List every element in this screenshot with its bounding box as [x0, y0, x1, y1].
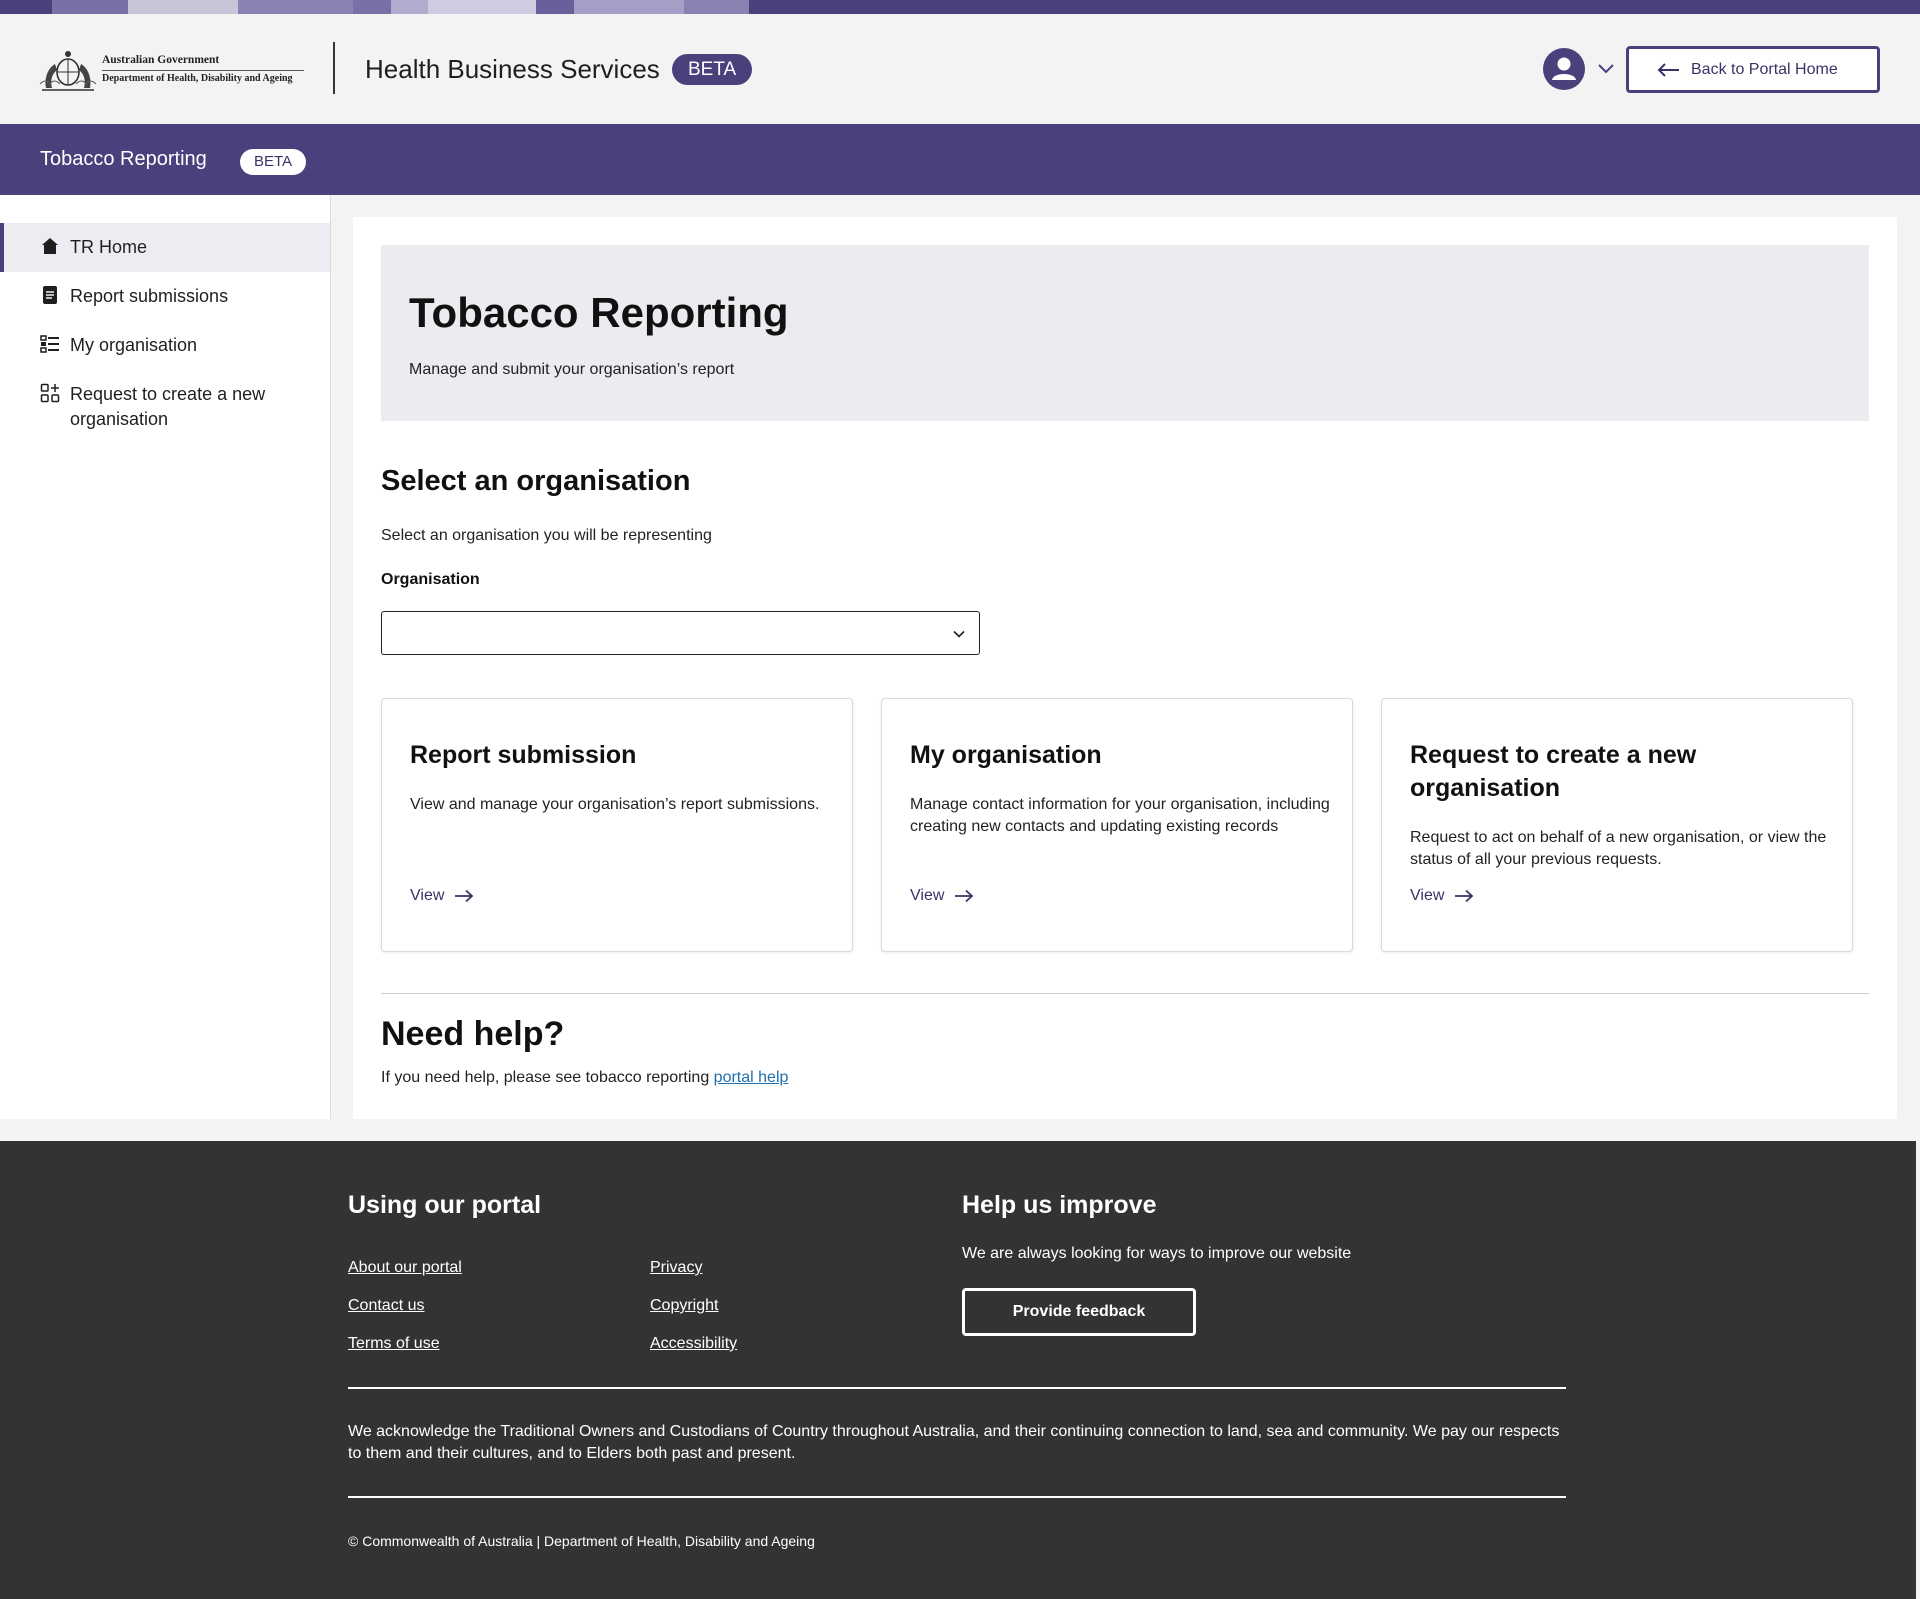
user-avatar-icon[interactable]	[1543, 48, 1585, 90]
sidebar-item-label: My organisation	[70, 335, 198, 355]
select-organisation-heading: Select an organisation	[381, 465, 691, 497]
sidebar-item-label: TR Home	[70, 237, 148, 257]
card-link-label: View	[1410, 887, 1445, 904]
footer-improve-heading: Help us improve	[962, 1191, 1157, 1219]
gov-name-line-1: Australian Government	[102, 54, 220, 66]
site-header: Australian Government Department of Heal…	[0, 14, 1920, 124]
portal-help-link[interactable]: portal help	[714, 1069, 789, 1086]
footer-rule-bottom	[348, 1496, 1566, 1498]
app-title[interactable]: Health Business Services	[365, 54, 660, 85]
header-divider	[333, 42, 335, 94]
arrow-right-icon	[955, 889, 974, 903]
card-title: My organisation	[910, 741, 1102, 769]
card-my-organisation: My organisation Manage contact informati…	[881, 698, 1353, 952]
card-title: Report submission	[410, 741, 637, 769]
person-icon	[1552, 57, 1576, 80]
card-view-link[interactable]: View	[1410, 887, 1474, 905]
gov-name-line-2: Department of Health, Disability and Age…	[102, 73, 293, 84]
card-link-label: View	[910, 887, 945, 904]
gov-logo-rule	[102, 70, 304, 71]
card-request-new-organisation: Request to create a new organisation Req…	[1381, 698, 1853, 952]
chevron-down-icon	[953, 630, 965, 638]
acknowledgement-of-country: We acknowledge the Traditional Owners an…	[348, 1423, 1560, 1462]
footer-link-privacy[interactable]: Privacy	[650, 1259, 702, 1277]
card-description: Request to act on behalf of a new organi…	[1410, 829, 1827, 868]
back-button-label: Back to Portal Home	[1691, 60, 1838, 78]
footer-link-about[interactable]: About our portal	[348, 1259, 462, 1277]
top-decorative-stripe	[0, 0, 1920, 14]
sidebar-item-label: Report submissions	[70, 286, 229, 306]
card-description: Manage contact information for your orga…	[910, 796, 1330, 835]
sidebar-item-report-submissions[interactable]: Report submissions	[0, 272, 330, 321]
card-link-label: View	[410, 887, 445, 904]
arrow-left-icon	[1657, 62, 1679, 77]
grid-icon	[40, 383, 60, 403]
service-beta-badge: BETA	[240, 149, 307, 175]
card-view-link[interactable]: View	[410, 887, 474, 905]
provide-feedback-button[interactable]: Provide feedback	[962, 1288, 1196, 1336]
page-title: Tobacco Reporting	[409, 289, 789, 336]
footer-link-accessibility[interactable]: Accessibility	[650, 1335, 737, 1353]
back-to-portal-button[interactable]: Back to Portal Home	[1626, 46, 1880, 93]
arrow-right-icon	[455, 889, 474, 903]
organisation-select[interactable]	[381, 611, 980, 655]
card-report-submission: Report submission View and manage your o…	[381, 698, 853, 952]
coat-of-arms-icon	[39, 51, 97, 91]
sidebar-item-my-organisation[interactable]: My organisation	[0, 321, 330, 370]
footer-link-copyright[interactable]: Copyright	[650, 1297, 718, 1315]
home-icon	[42, 238, 58, 254]
organisation-field-label: Organisation	[381, 571, 480, 588]
sidebar-item-request-new-organisation[interactable]: Request to create a new organisation	[0, 370, 330, 444]
card-view-link[interactable]: View	[910, 887, 974, 905]
footer-link-contact[interactable]: Contact us	[348, 1297, 424, 1315]
government-logo[interactable]: Australian Government Department of Heal…	[38, 48, 306, 94]
beta-badge: BETA	[672, 54, 753, 85]
chevron-down-icon[interactable]	[1596, 58, 1616, 78]
copyright-notice: © Commonwealth of Australia | Department…	[348, 1533, 815, 1549]
footer-improve-text: We are always looking for ways to improv…	[962, 1245, 1352, 1262]
card-description: View and manage your organisation’s repo…	[410, 796, 820, 813]
card-title: Request to create a new organisation	[1410, 741, 1697, 802]
sidebar-item-tr-home[interactable]: TR Home	[0, 223, 330, 272]
page-subtitle: Manage and submit your organisation’s re…	[409, 361, 735, 378]
service-title[interactable]: Tobacco Reporting	[40, 148, 207, 171]
list-icon	[40, 335, 59, 353]
help-text: If you need help, please see tobacco rep…	[381, 1069, 788, 1087]
help-text-prefix: If you need help, please see tobacco rep…	[381, 1069, 714, 1086]
document-icon	[43, 286, 57, 304]
site-footer: Using our portal About our portal Contac…	[0, 1141, 1916, 1599]
page-hero: Tobacco Reporting Manage and submit your…	[381, 245, 1869, 421]
footer-link-terms[interactable]: Terms of use	[348, 1335, 440, 1353]
arrow-right-icon	[1455, 889, 1474, 903]
help-divider	[381, 993, 1869, 994]
sidebar-nav: TR Home Report submissions My organisati…	[0, 195, 331, 1119]
sidebar-item-label: Request to create a new organisation	[70, 384, 266, 429]
main-content: Tobacco Reporting Manage and submit your…	[353, 217, 1897, 1119]
footer-rule-top	[348, 1387, 1566, 1389]
service-bar: Tobacco Reporting BETA	[0, 124, 1920, 195]
footer-using-heading: Using our portal	[348, 1191, 542, 1219]
select-organisation-description: Select an organisation you will be repre…	[381, 527, 712, 544]
help-heading: Need help?	[381, 1015, 565, 1053]
